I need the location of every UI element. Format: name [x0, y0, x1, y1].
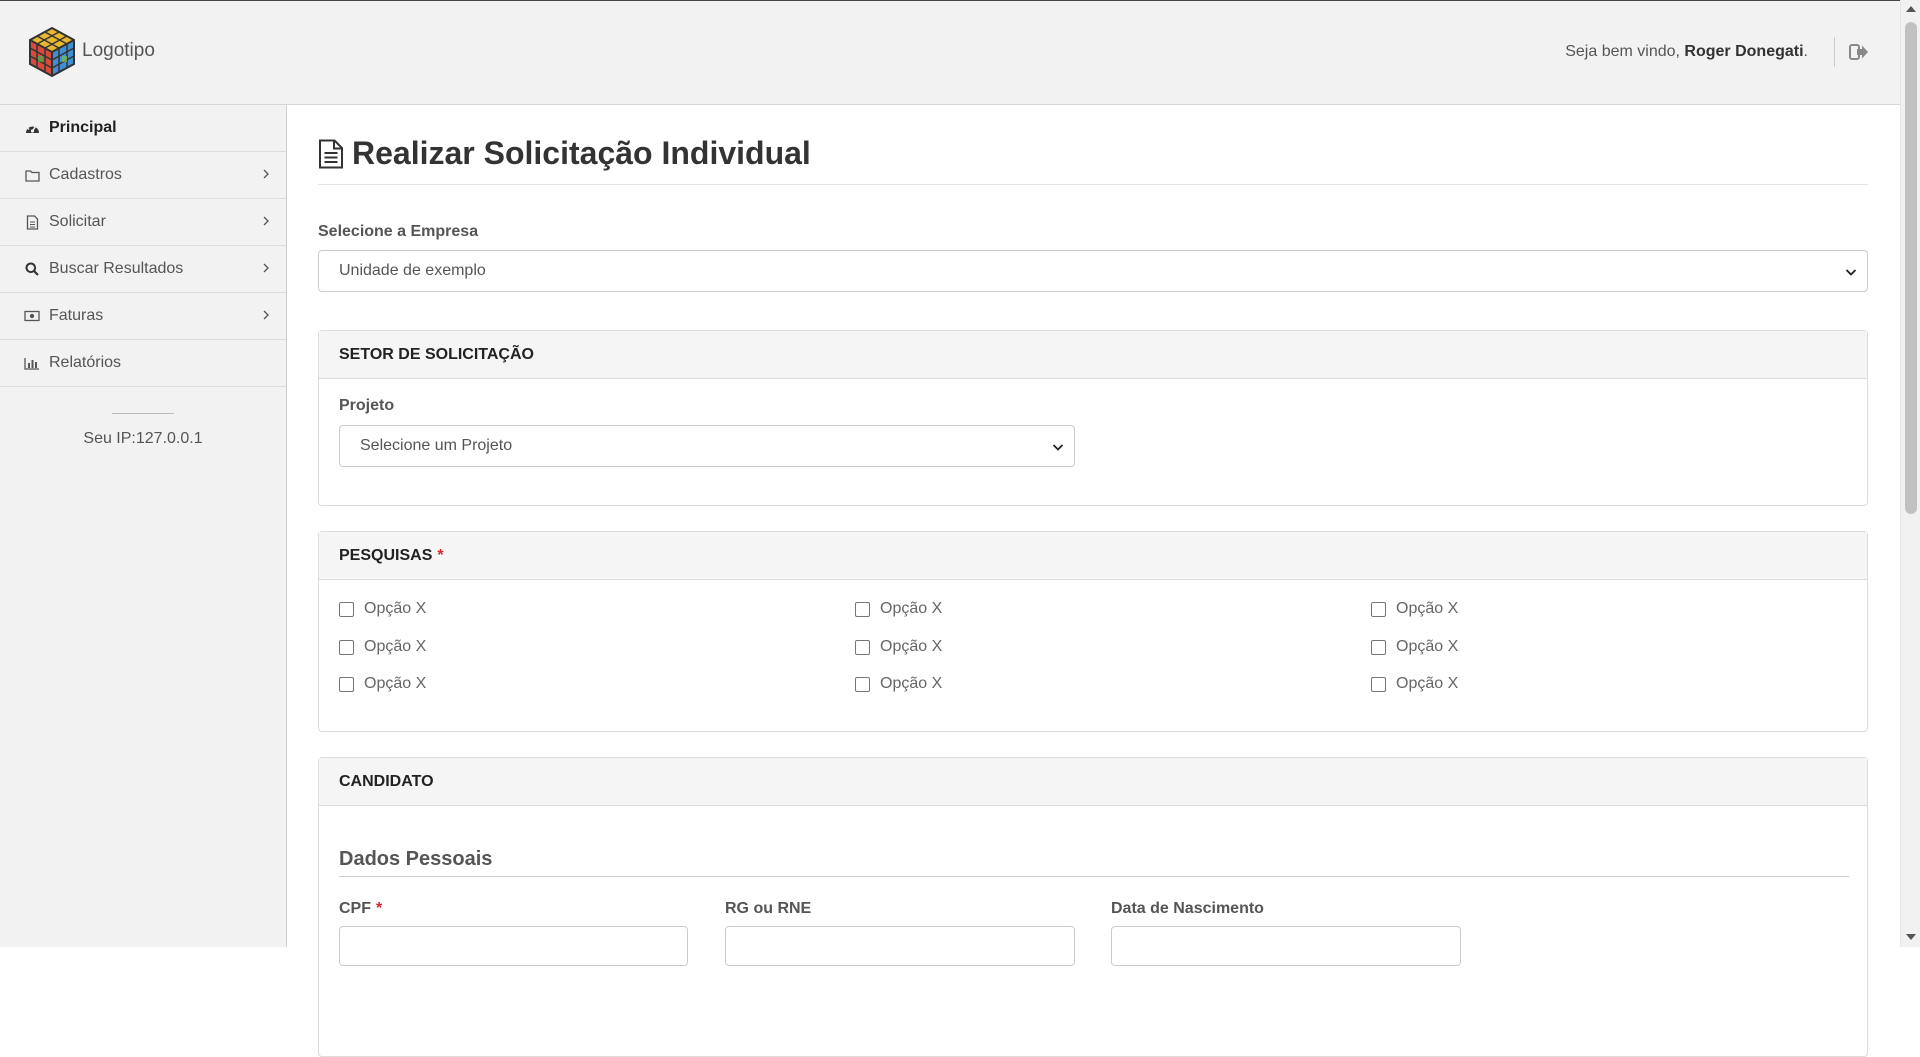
option-label: Opção X	[1396, 600, 1459, 617]
dados-pessoais-heading: Dados Pessoais	[339, 848, 493, 870]
pesquisas-panel-heading: PESQUISAS *	[319, 532, 1867, 580]
pesquisa-option[interactable]: Opção X	[855, 675, 942, 693]
checkbox[interactable]	[339, 639, 354, 655]
sidebar-item-principal[interactable]: Principal	[0, 105, 286, 152]
cpf-input[interactable]	[339, 926, 688, 966]
projeto-label: Projeto	[339, 397, 395, 414]
option-label: Opção X	[880, 638, 943, 655]
scroll-up-arrow-icon[interactable]	[1906, 6, 1916, 12]
scrollbar-thumb[interactable]	[1905, 22, 1917, 514]
data-nascimento-label: Data de Nascimento	[1111, 900, 1264, 917]
pesquisa-option[interactable]: Opção X	[339, 600, 426, 618]
bar-chart-icon	[24, 355, 40, 371]
pesquisa-option[interactable]: Opção X	[1371, 638, 1458, 656]
option-label: Opção X	[364, 675, 427, 692]
checkbox[interactable]	[1371, 676, 1386, 692]
ip-address-text: Seu IP:127.0.0.1	[83, 430, 203, 447]
chevron-right-icon	[262, 261, 270, 279]
title-divider	[318, 184, 1868, 185]
checkbox[interactable]	[855, 601, 870, 617]
pesquisas-panel: PESQUISAS * Opção X Opção X Opção X Opção…	[318, 531, 1868, 732]
option-label: Opção X	[364, 600, 427, 617]
pesquisa-option[interactable]: Opção X	[339, 638, 426, 656]
money-icon	[24, 308, 40, 324]
logo-cube-icon[interactable]	[26, 26, 78, 78]
candidato-panel: CANDIDATO Dados Pessoais CPF * RG ou RNE …	[318, 757, 1868, 1057]
sidebar-item-label: Solicitar	[49, 213, 106, 230]
cpf-label-text: CPF	[339, 900, 371, 917]
header-divider	[1834, 37, 1835, 67]
option-label: Opção X	[1396, 675, 1459, 692]
data-nascimento-input[interactable]	[1111, 926, 1461, 966]
pesquisa-option[interactable]: Opção X	[855, 600, 942, 618]
option-label: Opção X	[1396, 638, 1459, 655]
chevron-down-icon	[1845, 265, 1857, 283]
pesquisa-option[interactable]: Opção X	[339, 675, 426, 693]
search-icon	[24, 261, 40, 277]
logo-text[interactable]: Logotipo	[82, 40, 155, 62]
checkbox[interactable]	[1371, 601, 1386, 617]
sidebar-divider	[112, 413, 174, 414]
sidebar-item-faturas[interactable]: Faturas	[0, 293, 286, 340]
sidebar-item-relatorios[interactable]: Relatórios	[0, 340, 286, 387]
setor-panel-heading: SETOR DE SOLICITAÇÃO	[319, 331, 1867, 379]
option-label: Opção X	[880, 675, 943, 692]
pesquisa-option[interactable]: Opção X	[1371, 675, 1458, 693]
sidebar-item-buscar-resultados[interactable]: Buscar Resultados	[0, 246, 286, 293]
dashboard-icon	[24, 120, 40, 136]
checkbox[interactable]	[1371, 639, 1386, 655]
welcome-message: Seja bem vindo, Roger Donegati.	[1565, 43, 1808, 61]
sidebar: Principal Cadastros Solicitar Buscar Res…	[0, 105, 287, 947]
sidebar-item-cadastros[interactable]: Cadastros	[0, 152, 286, 199]
user-name: Roger Donegati	[1684, 43, 1804, 60]
required-mark: *	[376, 900, 383, 917]
cpf-label: CPF *	[339, 900, 382, 918]
projeto-select-value: Selecione um Projeto	[360, 437, 513, 454]
sidebar-item-label: Faturas	[49, 307, 104, 324]
option-label: Opção X	[880, 600, 943, 617]
page-title: Realizar Solicitação Individual	[318, 135, 811, 172]
top-header: Logotipo Seja bem vindo, Roger Donegati.	[0, 1, 1900, 105]
checkbox[interactable]	[339, 601, 354, 617]
file-text-icon	[319, 139, 343, 168]
sidebar-item-label: Cadastros	[49, 166, 122, 183]
welcome-suffix: .	[1803, 43, 1808, 60]
checkbox[interactable]	[855, 639, 870, 655]
file-icon	[24, 214, 40, 230]
required-mark: *	[437, 546, 444, 564]
chevron-right-icon	[262, 308, 270, 326]
chevron-right-icon	[262, 167, 270, 185]
projeto-select[interactable]: Selecione um Projeto	[339, 425, 1075, 467]
sidebar-item-solicitar[interactable]: Solicitar	[0, 199, 286, 246]
folder-icon	[24, 167, 40, 183]
empresa-select-value: Unidade de exemplo	[339, 262, 486, 279]
chevron-right-icon	[262, 214, 270, 232]
empresa-label: Selecione a Empresa	[318, 223, 479, 240]
checkbox[interactable]	[855, 676, 870, 692]
chevron-down-icon	[1052, 440, 1064, 458]
sidebar-item-label: Buscar Resultados	[49, 260, 184, 277]
welcome-prefix: Seja bem vindo,	[1565, 43, 1685, 60]
sidebar-item-label: Relatórios	[49, 354, 122, 371]
pesquisas-heading-text: PESQUISAS	[339, 546, 433, 564]
checkbox[interactable]	[339, 676, 354, 692]
pesquisa-option[interactable]: Opção X	[855, 638, 942, 656]
pesquisa-option[interactable]: Opção X	[1371, 600, 1458, 618]
setor-panel: SETOR DE SOLICITAÇÃO Projeto Selecione u…	[318, 330, 1868, 506]
sidebar-item-label: Principal	[49, 119, 117, 136]
section-divider	[339, 876, 1849, 877]
empresa-select[interactable]: Unidade de exemplo	[318, 250, 1868, 292]
option-label: Opção X	[364, 638, 427, 655]
candidato-panel-heading: CANDIDATO	[319, 758, 1867, 806]
vertical-scrollbar[interactable]	[1900, 0, 1920, 947]
logout-icon[interactable]	[1849, 43, 1869, 61]
scroll-down-arrow-icon[interactable]	[1906, 934, 1916, 940]
page-title-text: Realizar Solicitação Individual	[352, 135, 811, 171]
rg-input[interactable]	[725, 926, 1075, 966]
rg-label: RG ou RNE	[725, 900, 812, 917]
